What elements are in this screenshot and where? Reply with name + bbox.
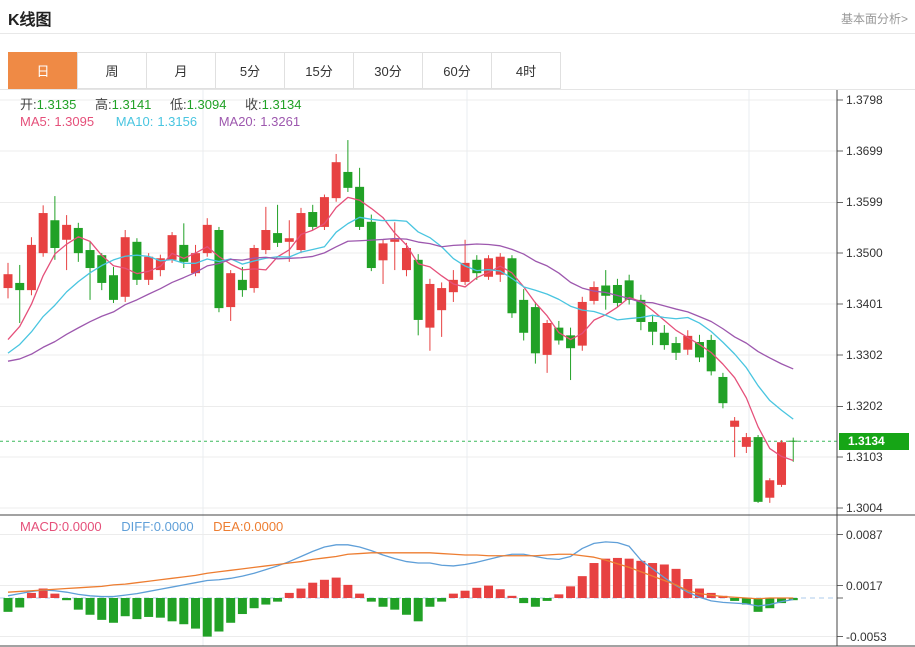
macd-label: MACD:	[20, 519, 62, 534]
price-axis-label: 1.3302	[846, 348, 883, 362]
price-axis-label: 1.3500	[846, 246, 883, 260]
price-axis-label: 1.3004	[846, 501, 883, 515]
tab-day[interactable]: 日	[8, 52, 78, 89]
price-axis-label: 1.3202	[846, 399, 883, 413]
tab-60min[interactable]: 60分	[422, 52, 492, 89]
open-value: 1.3135	[36, 97, 77, 112]
macd-value: 0.0000	[61, 519, 102, 534]
low-label: 低:	[170, 97, 187, 112]
tab-15min[interactable]: 15分	[284, 52, 354, 89]
tab-4hour[interactable]: 4时	[491, 52, 561, 89]
price-axis-label: 1.3103	[846, 450, 883, 464]
ma10-label: MA10:	[115, 114, 154, 129]
interval-tabs: 日 周 月 5分 15分 30分 60分 4时	[8, 52, 561, 89]
low-value: 1.3094	[186, 97, 227, 112]
price-axis-label: 1.3798	[846, 93, 883, 107]
ma20-value: 1.3261	[260, 114, 301, 129]
high-label: 高:	[95, 97, 112, 112]
diff-label: DIFF:	[121, 519, 154, 534]
tab-5min[interactable]: 5分	[215, 52, 285, 89]
ma20-label: MA20:	[218, 114, 257, 129]
tab-week[interactable]: 周	[77, 52, 147, 89]
macd-axis-label: 0.0017	[846, 579, 883, 593]
dea-label: DEA:	[213, 519, 244, 534]
dea-value: 0.0000	[243, 519, 284, 534]
kline-canvas[interactable]	[0, 90, 915, 647]
ma10-value: 1.3156	[157, 114, 198, 129]
macd-legend: MACD:0.0000 DIFF:0.0000 DEA:0.0000	[20, 519, 299, 534]
close-value: 1.3134	[261, 97, 302, 112]
fundamental-analysis-link[interactable]: 基本面分析>	[841, 10, 908, 27]
ohlc-legend: 开:1.3135 高:1.3141 低:1.3094 收:1.3134	[20, 94, 316, 113]
close-label: 收:	[245, 97, 262, 112]
tab-30min[interactable]: 30分	[353, 52, 423, 89]
high-value: 1.3141	[111, 97, 152, 112]
divider	[0, 33, 915, 34]
chart-area: 开:1.3135 高:1.3141 低:1.3094 收:1.3134 MA5:…	[0, 90, 915, 647]
price-axis-label: 1.3699	[846, 144, 883, 158]
current-price-badge: 1.3134	[839, 433, 909, 450]
price-axis-label: 1.3599	[846, 195, 883, 209]
macd-axis-label: -0.0053	[846, 630, 887, 644]
page-title: K线图	[8, 12, 52, 29]
diff-value: 0.0000	[153, 519, 194, 534]
ma-legend: MA5: 1.3095 MA10: 1.3156 MA20: 1.3261	[20, 114, 318, 129]
ma5-label: MA5:	[20, 114, 51, 129]
price-axis-label: 1.3401	[846, 297, 883, 311]
open-label: 开:	[20, 97, 37, 112]
tab-month[interactable]: 月	[146, 52, 216, 89]
macd-axis-label: 0.0087	[846, 528, 883, 542]
ma5-value: 1.3095	[54, 114, 95, 129]
kline-widget: K线图 基本面分析> 日 周 月 5分 15分 30分 60分 4时 开:1.3…	[0, 0, 915, 647]
